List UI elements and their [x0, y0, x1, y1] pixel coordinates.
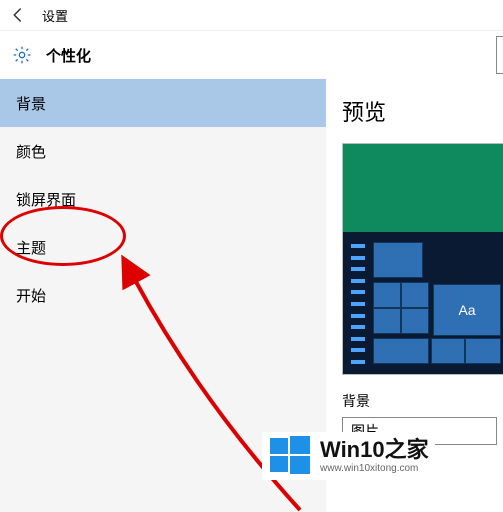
watermark: Win10之家 www.win10xitong.com — [262, 432, 435, 480]
sidebar-item-label: 主题 — [16, 237, 46, 258]
sidebar-item-start[interactable]: 开始 — [0, 271, 326, 319]
back-button[interactable] — [8, 5, 28, 25]
preview-heading: 预览 — [342, 95, 503, 127]
taskbar-icon-strip — [351, 244, 365, 364]
sidebar-item-label: 锁屏界面 — [16, 189, 76, 210]
start-tiles: Aa — [373, 242, 503, 366]
gear-icon — [12, 45, 32, 65]
preview-thumbnail: Aa — [342, 143, 503, 375]
sidebar-item-label: 开始 — [16, 285, 46, 306]
section-title: 个性化 — [46, 45, 91, 66]
sidebar-item-themes[interactable]: 主题 — [0, 223, 326, 271]
sample-text-tile: Aa — [433, 284, 501, 336]
search-input[interactable] — [496, 36, 503, 74]
window-title: 设置 — [42, 6, 68, 25]
sidebar-item-label: 背景 — [16, 93, 46, 114]
sidebar-item-background[interactable]: 背景 — [0, 79, 326, 127]
watermark-subtitle: www.win10xitong.com — [320, 463, 429, 474]
sidebar-item-colors[interactable]: 颜色 — [0, 127, 326, 175]
watermark-title: Win10之家 — [320, 438, 429, 462]
background-label: 背景 — [342, 391, 503, 411]
sidebar-item-lockscreen[interactable]: 锁屏界面 — [0, 175, 326, 223]
windows-logo-icon — [268, 434, 312, 478]
sidebar-item-label: 颜色 — [16, 141, 46, 162]
